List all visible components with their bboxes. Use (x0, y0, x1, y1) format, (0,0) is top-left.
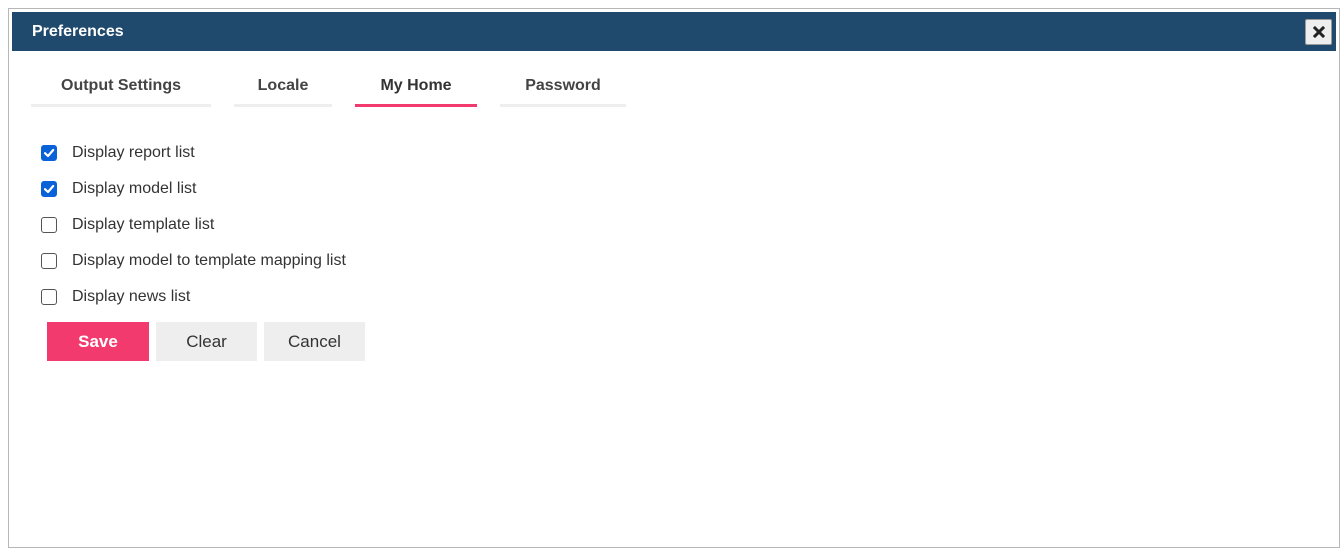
preferences-dialog: Preferences Output Settings Locale My Ho… (8, 8, 1340, 548)
tab-password[interactable]: Password (500, 67, 626, 107)
template-list-checkbox[interactable] (41, 217, 57, 233)
close-x-icon (1312, 26, 1325, 38)
tab-output-settings[interactable]: Output Settings (31, 67, 211, 107)
option-label: Display model list (72, 180, 197, 197)
dialog-title: Preferences (32, 23, 124, 40)
option-template-list[interactable]: Display template list (41, 207, 346, 243)
option-label: Display news list (72, 288, 191, 305)
checkmark-icon (43, 184, 55, 194)
checkmark-icon (43, 148, 55, 158)
option-model-template-mapping-list[interactable]: Display model to template mapping list (41, 243, 346, 279)
option-label: Display report list (72, 144, 195, 161)
tab-bar: Output Settings Locale My Home Password (31, 67, 649, 107)
model-template-mapping-list-checkbox[interactable] (41, 253, 57, 269)
news-list-checkbox[interactable] (41, 289, 57, 305)
action-buttons: Save Clear Cancel (47, 322, 372, 361)
tab-my-home[interactable]: My Home (355, 67, 477, 107)
close-button[interactable] (1305, 19, 1332, 45)
option-label: Display template list (72, 216, 215, 233)
model-list-checkbox[interactable] (41, 181, 57, 197)
save-button[interactable]: Save (47, 322, 149, 361)
clear-button[interactable]: Clear (156, 322, 257, 361)
report-list-checkbox[interactable] (41, 145, 57, 161)
option-news-list[interactable]: Display news list (41, 279, 346, 315)
my-home-options: Display report list Display model list D… (41, 135, 346, 315)
tab-locale[interactable]: Locale (234, 67, 332, 107)
option-model-list[interactable]: Display model list (41, 171, 346, 207)
dialog-titlebar: Preferences (12, 12, 1336, 51)
cancel-button[interactable]: Cancel (264, 322, 365, 361)
option-report-list[interactable]: Display report list (41, 135, 346, 171)
option-label: Display model to template mapping list (72, 252, 346, 269)
